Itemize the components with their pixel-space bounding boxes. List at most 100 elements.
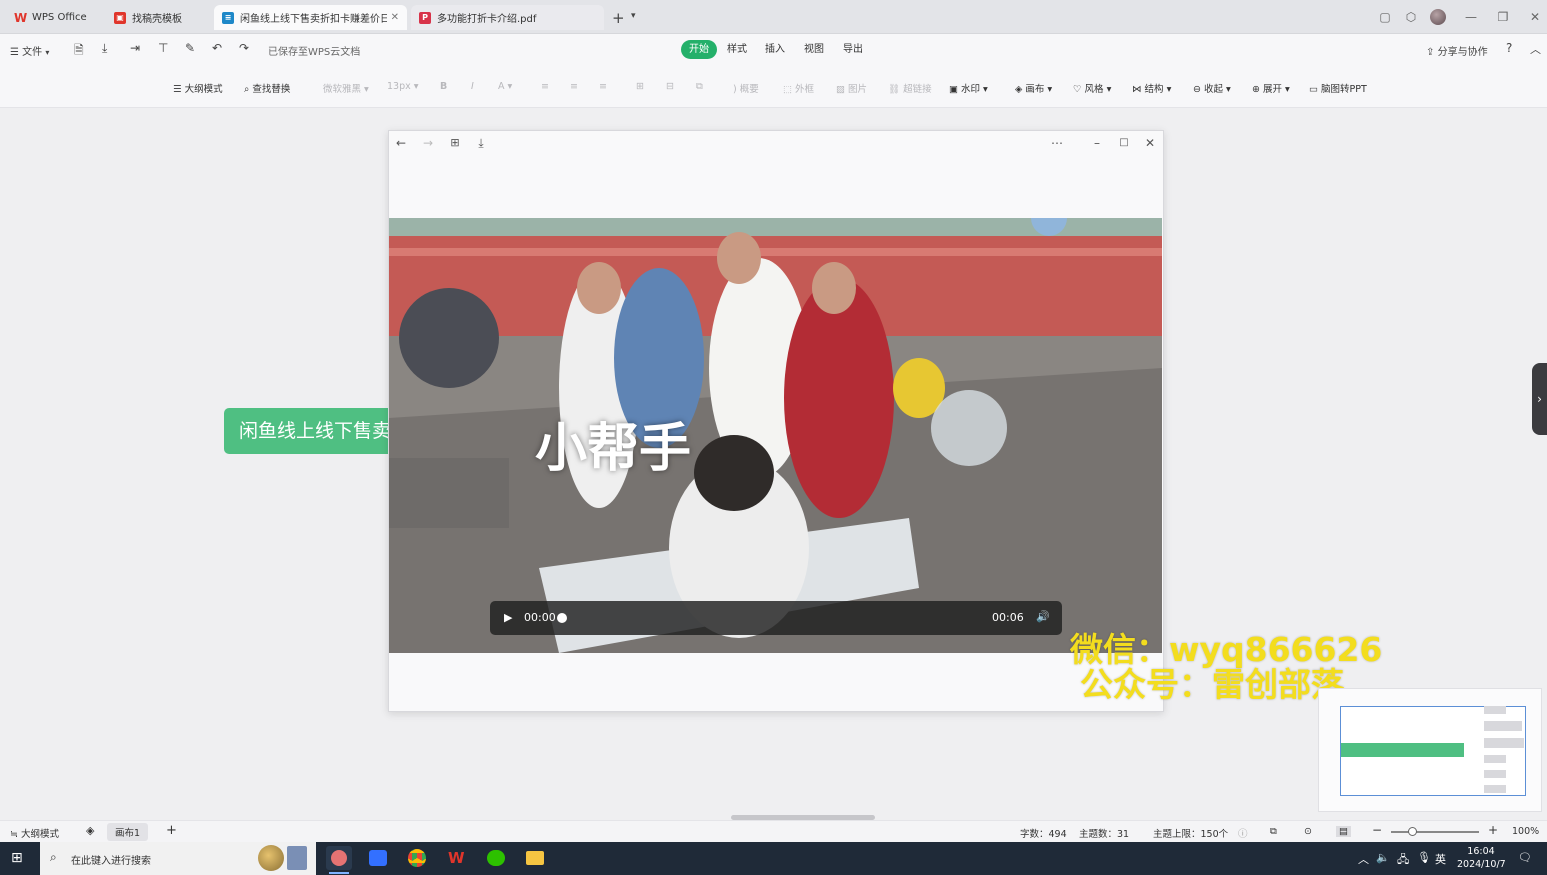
outline-icon: ≒ — [10, 829, 18, 840]
align-center-icon[interactable]: ≡ — [570, 81, 578, 92]
tab-mindmap-document[interactable]: ≡ 闲鱼线上线下售卖折扣卡赚差价日... ✕ — [214, 5, 407, 30]
viewer-minimize-icon[interactable]: – — [1090, 135, 1104, 151]
undo-icon[interactable]: ↶ — [212, 41, 222, 55]
status-outline-mode[interactable]: ≒ 大纲模式 — [10, 826, 59, 840]
zoom-out-icon[interactable]: − — [1372, 823, 1382, 837]
help-icon[interactable]: ? — [1506, 41, 1512, 55]
windows-start-icon[interactable]: ⊞ — [11, 850, 27, 866]
collapse-button[interactable]: ⊖ 收起 ▾ — [1193, 81, 1231, 95]
avatar[interactable] — [1430, 9, 1446, 25]
pen-icon[interactable]: ✎ — [185, 41, 195, 55]
network-icon[interactable]: 🖧 — [1397, 851, 1409, 870]
seek-handle[interactable] — [557, 613, 567, 623]
tray-expand-icon[interactable]: ︿ — [1358, 851, 1369, 867]
tab-view[interactable]: 视图 — [796, 40, 832, 59]
notification-icon[interactable]: 🗨 — [1518, 851, 1532, 864]
minimize-icon[interactable]: — — [1462, 8, 1480, 26]
template-icon: ▣ — [114, 11, 126, 24]
format-painter-icon[interactable]: ⊤ — [158, 41, 168, 55]
find-replace-button[interactable]: ⌕ 查找替换 — [244, 81, 290, 95]
zoom-in-icon[interactable]: + — [1488, 823, 1498, 837]
viewer-maximize-icon[interactable]: □ — [1117, 135, 1131, 151]
file-menu[interactable]: ☰ 文件 ▾ — [10, 43, 49, 58]
insert-child-icon[interactable]: ⊞ — [636, 81, 644, 92]
font-size-select[interactable]: 13px ▾ — [387, 81, 419, 92]
insert-sibling-icon[interactable]: ⊟ — [666, 81, 674, 92]
layout-window-icon[interactable]: ▢ — [1376, 8, 1394, 26]
insert-parent-icon[interactable]: ⧉ — [696, 81, 703, 92]
watermark-button[interactable]: ▣ 水印 ▾ — [949, 81, 988, 95]
tab-insert[interactable]: 插入 — [757, 40, 793, 59]
search-highlight-book-icon — [287, 846, 307, 870]
restore-icon[interactable]: ❐ — [1494, 8, 1512, 26]
tab-start[interactable]: 开始 — [681, 40, 717, 59]
to-ppt-button[interactable]: ▭ 脑图转PPT — [1309, 81, 1367, 95]
forward-icon[interactable]: → — [421, 135, 435, 151]
video-controls — [490, 601, 1062, 635]
tab-export[interactable]: 导出 — [835, 40, 871, 59]
app-cube-icon[interactable]: ⬡ — [1402, 8, 1420, 26]
back-icon[interactable]: ← — [394, 135, 408, 151]
viewer-close-icon[interactable]: ✕ — [1143, 135, 1157, 151]
save-media-icon[interactable]: ⤓ — [474, 135, 488, 151]
more-options-icon[interactable]: ⋯ — [1048, 135, 1066, 151]
bold-icon[interactable]: B — [440, 81, 447, 92]
zoom-slider-handle[interactable] — [1408, 827, 1417, 836]
italic-icon[interactable]: I — [471, 81, 474, 92]
video-frame[interactable]: 小帮手 — [389, 218, 1162, 653]
image-button[interactable]: ▨ 图片 — [836, 81, 867, 95]
chrome-icon[interactable] — [404, 846, 430, 870]
structure-button[interactable]: ⋈ 结构 ▾ — [1132, 81, 1171, 95]
collapse-ribbon-icon[interactable]: ︿ — [1530, 41, 1541, 57]
style-button[interactable]: ♡ 风格 ▾ — [1073, 81, 1111, 95]
expand-button[interactable]: ⊕ 展开 ▾ — [1252, 81, 1290, 95]
tab-wps-office[interactable]: W WPS Office — [6, 5, 98, 30]
file-explorer-icon[interactable] — [522, 846, 548, 870]
close-tab-icon[interactable]: ✕ — [391, 12, 399, 23]
font-family-select[interactable]: 微软雅黑 ▾ — [323, 81, 369, 95]
tab-template[interactable]: ▣ 找稿壳模板 — [106, 5, 210, 30]
fit-page-icon[interactable]: ⧉ — [1270, 826, 1277, 837]
font-color-icon[interactable]: A ▾ — [498, 81, 512, 92]
zoom-slider[interactable] — [1391, 831, 1479, 833]
ime-indicator[interactable]: 英 — [1435, 851, 1446, 867]
zoom-level[interactable]: 100% — [1512, 826, 1539, 837]
tab-list-chevron-icon[interactable]: ▾ — [631, 11, 636, 21]
side-panel-toggle[interactable]: › — [1532, 363, 1547, 435]
clock[interactable]: 16:04 2024/10/7 — [1457, 845, 1506, 871]
map-view-icon[interactable]: ▤ — [1336, 826, 1351, 837]
canvas-button[interactable]: ◈ 画布 ▾ — [1015, 81, 1052, 95]
tab-style[interactable]: 样式 — [719, 40, 755, 59]
play-icon[interactable]: ▶ — [504, 611, 512, 624]
info-icon[interactable]: ⓘ — [1238, 826, 1248, 840]
layers-icon[interactable]: ◈ — [86, 824, 94, 837]
align-right-icon[interactable]: ≡ — [599, 81, 607, 92]
summary-button[interactable]: ) 概要 — [733, 81, 759, 95]
tab-pdf[interactable]: P 多功能打折卡介绍.pdf — [411, 5, 604, 30]
add-sheet-icon[interactable]: + — [166, 823, 177, 838]
status-bar — [0, 820, 1547, 842]
volume-icon[interactable]: 🔊 — [1036, 610, 1050, 623]
minimap-branch — [1484, 738, 1524, 748]
wechat-icon[interactable] — [483, 846, 509, 870]
share-button[interactable]: ⇪ 分享与协作 — [1426, 43, 1488, 58]
wps-taskbar-icon[interactable]: W — [444, 846, 470, 870]
taskbar-app-lark-icon[interactable] — [365, 846, 391, 870]
new-tab-icon[interactable]: + — [612, 9, 625, 27]
grid-view-icon[interactable]: ⊞ — [446, 135, 464, 151]
hyperlink-button[interactable]: ⛓ 超链接 — [888, 81, 932, 95]
outline-mode-button[interactable]: ☰ 大纲模式 — [173, 81, 223, 95]
download-icon[interactable]: ⤓ — [102, 41, 107, 56]
microphone-icon[interactable]: 🎙 — [1417, 851, 1431, 864]
topic-count: 主题数：31 — [1079, 829, 1130, 840]
locate-icon[interactable]: ⊙ — [1304, 826, 1312, 837]
export-icon[interactable]: ⇥ — [130, 41, 140, 55]
align-left-icon[interactable]: ≡ — [541, 81, 549, 92]
sheet-tab[interactable]: 画布1 — [107, 823, 149, 841]
mindmap-root-node[interactable]: 闲鱼线上线下售卖 — [224, 408, 392, 454]
redo-icon[interactable]: ↷ — [239, 41, 249, 55]
outer-frame-button[interactable]: ⬚ 外框 — [783, 81, 814, 95]
save-icon[interactable]: 🗎 — [74, 41, 84, 62]
close-window-icon[interactable]: ✕ — [1526, 8, 1544, 26]
volume-tray-icon[interactable]: 🔈 — [1376, 851, 1390, 864]
